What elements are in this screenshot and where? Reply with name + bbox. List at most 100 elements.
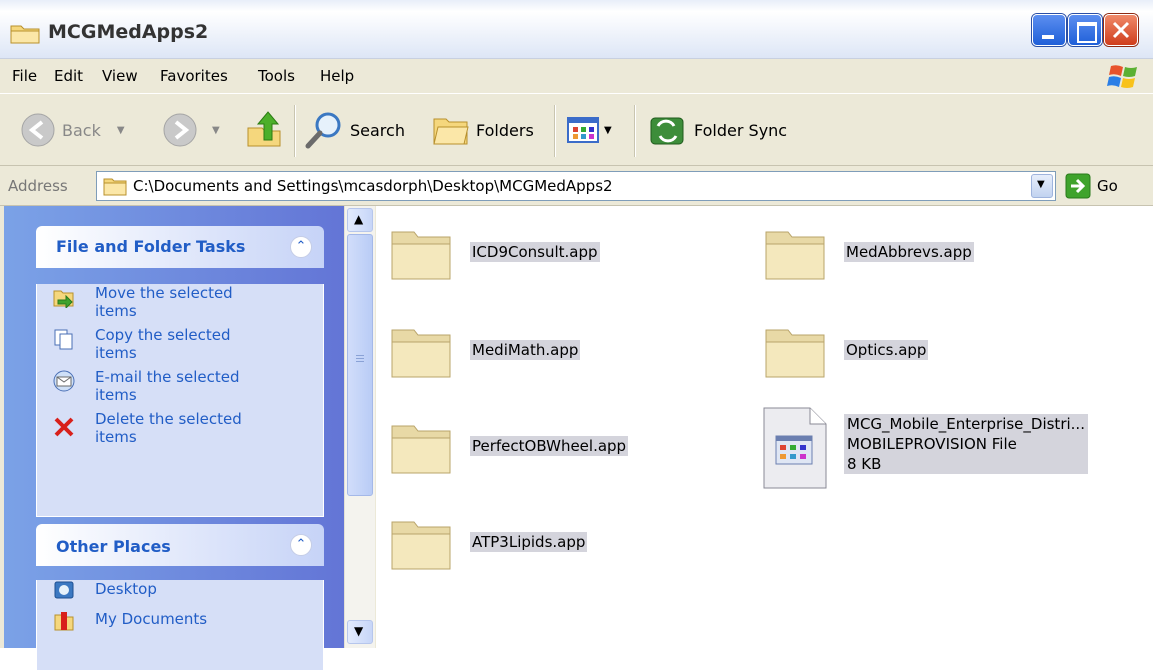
panel-body: Move the selected items Copy the selecte… — [36, 284, 324, 517]
file-item[interactable]: MedAbbrevs.app — [762, 222, 974, 282]
chevron-down-icon: ▼ — [1037, 179, 1045, 190]
panel-title: Other Places — [56, 537, 171, 556]
menu-tools[interactable]: Tools — [258, 67, 295, 85]
back-dropdown-icon[interactable]: ▼ — [117, 125, 125, 136]
file-name: MedAbbrevs.app — [844, 242, 974, 262]
up-folder-button[interactable] — [244, 95, 284, 165]
task-copy[interactable]: Copy the selected items — [37, 326, 323, 362]
scroll-thumb[interactable] — [347, 234, 373, 496]
views-dropdown-icon[interactable]: ▼ — [604, 125, 612, 136]
toolbar-separator — [294, 105, 296, 157]
address-path: C:\Documents and Settings\mcasdorph\Desk… — [133, 177, 613, 195]
file-item[interactable]: MCG_Mobile_Enterprise_Distri... MOBILEPR… — [762, 406, 1088, 490]
address-dropdown-button[interactable]: ▼ — [1031, 174, 1053, 198]
folder-icon — [10, 25, 40, 44]
menu-bar: File Edit View Favorites Tools Help — [0, 59, 1153, 94]
file-name: Optics.app — [844, 340, 929, 360]
menu-help[interactable]: Help — [320, 67, 354, 85]
views-icon — [567, 117, 599, 143]
title-bar[interactable]: MCGMedApps2 — [0, 0, 1153, 59]
go-button[interactable]: Go — [1065, 173, 1118, 199]
task-label-line1: Copy the selected — [95, 326, 231, 344]
maximize-button[interactable] — [1068, 14, 1102, 46]
task-pane: File and Folder Tasks ⌃ Move the selecte… — [4, 206, 344, 671]
address-input[interactable]: C:\Documents and Settings\mcasdorph\Desk… — [96, 171, 1056, 201]
folder-icon — [103, 178, 127, 196]
file-item[interactable]: MediMath.app — [388, 320, 581, 380]
panel-header[interactable]: Other Places ⌃ — [36, 524, 324, 566]
task-label-line1: E-mail the selected — [95, 368, 240, 386]
folder-icon — [391, 425, 451, 474]
search-button[interactable]: Search — [304, 95, 405, 165]
menu-view[interactable]: View — [102, 67, 138, 85]
task-delete[interactable]: Delete the selected items — [37, 410, 323, 446]
file-item[interactable]: ICD9Consult.app — [388, 222, 600, 282]
folder-icon — [391, 231, 451, 280]
folder-sync-label: Folder Sync — [694, 120, 788, 140]
task-label-line2: items — [95, 302, 137, 320]
desktop-icon — [54, 581, 74, 599]
task-move[interactable]: Move the selected items — [37, 284, 323, 320]
chevron-down-icon: ▼ — [354, 624, 364, 638]
chevron-up-icon: ▲ — [354, 212, 364, 226]
scroll-up-button[interactable]: ▲ — [347, 208, 373, 232]
search-icon — [305, 112, 341, 149]
search-label: Search — [350, 120, 405, 140]
folders-label: Folders — [476, 120, 534, 140]
menu-favorites[interactable]: Favorites — [160, 67, 228, 85]
forward-button[interactable]: ▼ — [162, 95, 220, 165]
place-desktop[interactable]: Desktop — [37, 580, 323, 599]
file-name: MediMath.app — [470, 340, 581, 360]
window-title: MCGMedApps2 — [48, 21, 209, 43]
folder-sync-icon — [650, 117, 684, 145]
folder-icon — [765, 231, 825, 280]
minimize-button[interactable] — [1032, 14, 1066, 46]
other-places-panel: Other Places ⌃ Desktop My Documents — [36, 524, 324, 671]
delete-x-icon — [54, 417, 74, 437]
go-arrow-icon — [1065, 173, 1091, 199]
file-item[interactable]: PerfectOBWheel.app — [388, 416, 629, 476]
move-icon — [53, 290, 74, 308]
task-label-line2: items — [95, 386, 137, 404]
back-button[interactable]: Back ▼ — [20, 95, 125, 165]
collapse-chevron-icon[interactable]: ⌃ — [290, 534, 312, 556]
views-button[interactable]: ▼ — [566, 95, 612, 165]
close-button[interactable] — [1104, 14, 1138, 46]
toolbar-separator — [634, 105, 636, 157]
collapse-chevron-icon[interactable]: ⌃ — [290, 236, 312, 258]
back-arrow-icon — [21, 113, 55, 147]
panel-body: Desktop My Documents — [36, 580, 324, 671]
task-label-line2: items — [95, 428, 137, 446]
forward-dropdown-icon[interactable]: ▼ — [212, 125, 220, 136]
mobileprovision-file-icon — [763, 407, 827, 489]
panel-header[interactable]: File and Folder Tasks ⌃ — [36, 226, 324, 268]
task-pane-scrollbar[interactable]: ▲ ▼ — [344, 206, 375, 648]
file-type: MOBILEPROVISION File — [847, 435, 1017, 453]
back-label: Back — [62, 120, 101, 140]
menu-file[interactable]: File — [12, 67, 37, 85]
forward-arrow-icon — [163, 113, 197, 147]
up-folder-icon — [247, 111, 281, 147]
folder-icon — [391, 521, 451, 570]
task-label-line1: Delete the selected — [95, 410, 242, 428]
file-size: 8 KB — [847, 455, 882, 473]
toolbar: Back ▼ ▼ Search Folders ▼ Folder Sync — [0, 95, 1153, 166]
file-item[interactable]: ATP3Lipids.app — [388, 512, 588, 572]
my-documents-icon — [54, 612, 74, 631]
file-item[interactable]: Optics.app — [762, 320, 929, 380]
scroll-down-button[interactable]: ▼ — [347, 620, 373, 644]
folders-button[interactable]: Folders — [432, 95, 534, 165]
folder-icon — [765, 329, 825, 378]
address-bar: Address C:\Documents and Settings\mcasdo… — [0, 167, 1153, 206]
task-email[interactable]: E-mail the selected items — [37, 368, 323, 404]
folder-sync-button[interactable]: Folder Sync — [648, 95, 787, 165]
place-my-documents[interactable]: My Documents — [37, 610, 323, 631]
place-label: Desktop — [95, 580, 157, 598]
menu-edit[interactable]: Edit — [54, 67, 83, 85]
explorer-window: MCGMedApps2 File Edit View Favorites Too… — [0, 0, 1153, 671]
copy-icon — [54, 329, 73, 350]
file-folder-tasks-panel: File and Folder Tasks ⌃ Move the selecte… — [36, 226, 324, 517]
go-label: Go — [1097, 177, 1118, 195]
file-name: ICD9Consult.app — [470, 242, 600, 262]
task-label-line2: items — [95, 344, 137, 362]
